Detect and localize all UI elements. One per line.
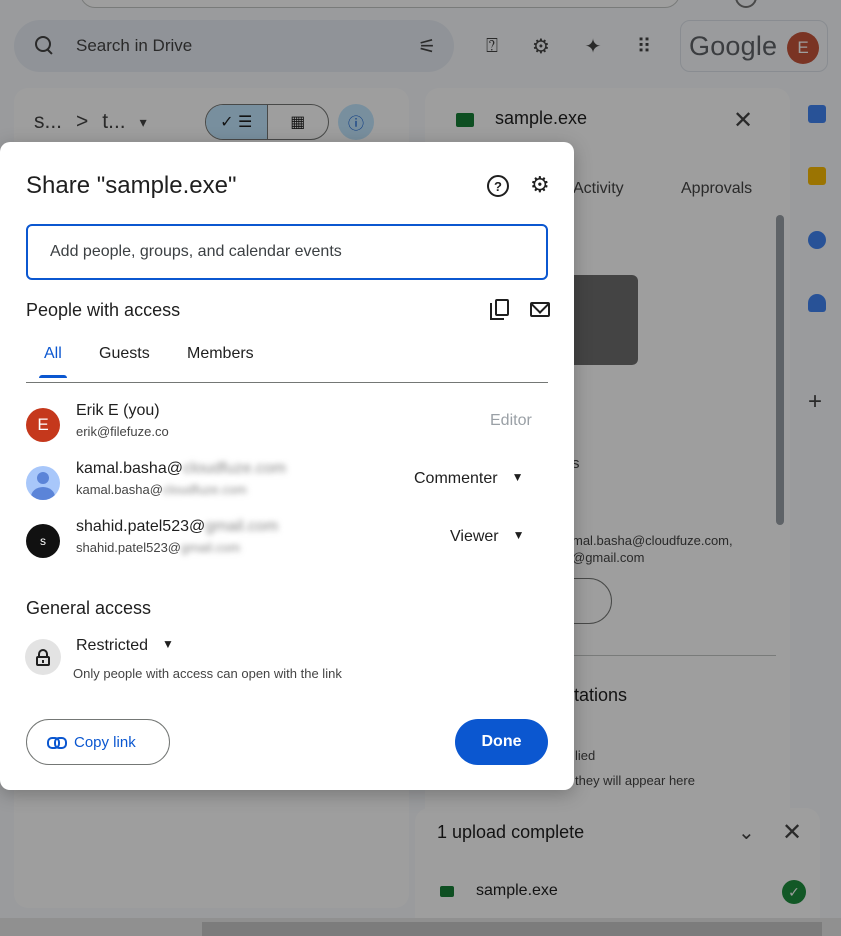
caret-down-icon: ▼: [511, 470, 524, 484]
redacted-text: gmail.com: [205, 518, 279, 535]
avatar: [26, 466, 60, 500]
link-icon: [47, 737, 67, 749]
redacted-text: cloudfuze.com: [182, 460, 287, 477]
access-tabs: All Guests Members: [26, 345, 548, 383]
redacted-text: cloudfuze.com: [162, 482, 247, 497]
person-name: Erik E (you): [76, 402, 160, 419]
general-access-heading: General access: [26, 598, 152, 618]
general-access-description: Only people with access can open with th…: [73, 666, 342, 681]
add-people-input[interactable]: [26, 224, 548, 280]
help-icon[interactable]: ?: [487, 175, 509, 197]
caret-down-icon: ▼: [512, 528, 525, 542]
tab-members[interactable]: Members: [187, 345, 254, 377]
redacted-text: gmail.com: [181, 540, 241, 555]
lock-icon: [25, 639, 61, 675]
caret-down-icon: ▼: [162, 637, 174, 651]
settings-icon[interactable]: ⚙: [530, 172, 550, 198]
tab-all[interactable]: All: [39, 345, 67, 378]
share-dialog: Share "sample.exe" ? ⚙ People with acces…: [0, 142, 574, 790]
dialog-title: Share "sample.exe": [26, 172, 237, 199]
avatar: s: [26, 524, 60, 558]
person-name: kamal.basha@cloudfuze.com: [76, 460, 287, 477]
person-email: shahid.patel523@gmail.com: [76, 540, 241, 555]
role-label: Editor: [490, 412, 532, 429]
done-button[interactable]: Done: [455, 719, 548, 765]
person-email: kamal.basha@cloudfuze.com: [76, 482, 247, 497]
general-access-dropdown[interactable]: Restricted ▼: [76, 637, 174, 655]
copy-link-button[interactable]: Copy link: [26, 719, 170, 765]
tab-guests[interactable]: Guests: [99, 345, 150, 377]
copy-emails-icon[interactable]: [490, 299, 510, 321]
people-with-access-heading: People with access: [26, 300, 181, 320]
role-dropdown[interactable]: Commenter ▼: [414, 470, 523, 488]
email-icon[interactable]: [530, 302, 550, 317]
role-dropdown[interactable]: Viewer ▼: [450, 528, 525, 546]
person-row: kamal.basha@cloudfuze.com kamal.basha@cl…: [26, 460, 548, 504]
person-row: E Erik E (you) erik@filefuze.co Editor: [26, 402, 548, 446]
person-row: s shahid.patel523@gmail.com shahid.patel…: [26, 518, 548, 562]
avatar: E: [26, 408, 60, 442]
person-name: shahid.patel523@gmail.com: [76, 518, 279, 535]
person-email: erik@filefuze.co: [76, 424, 169, 439]
